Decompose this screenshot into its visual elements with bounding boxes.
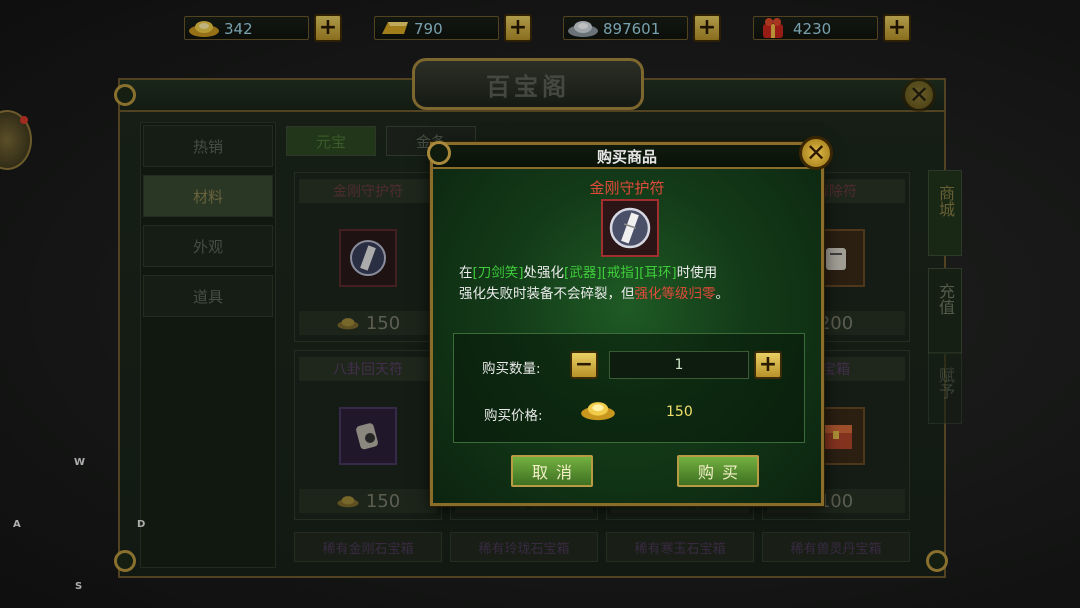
dialog-close-button[interactable]: ✕ — [799, 136, 833, 170]
talisman-icon — [609, 207, 651, 249]
desc-text: 时使用 — [676, 265, 718, 281]
quantity-input[interactable]: 1 — [609, 351, 749, 379]
cancel-button[interactable]: 取消 — [511, 455, 593, 487]
quantity-label: 购买数量: — [482, 361, 541, 377]
desc-text: 处强化 — [523, 265, 565, 281]
desc-text: 强化失败时装备不会碎裂，但 — [459, 286, 635, 302]
item-icon — [601, 199, 659, 257]
quantity-decrease-button[interactable]: − — [570, 351, 598, 379]
corner-ornament — [427, 141, 451, 165]
dialog-title: 购买商品 — [433, 145, 821, 169]
desc-highlight: [刀剑笑] — [472, 265, 524, 281]
desc-highlight: [耳环] — [639, 265, 677, 281]
desc-text: 在 — [459, 265, 473, 281]
item-description: 在[刀剑笑]处强化[武器][戒指][耳环]时使用强化失败时装备不会碎裂，但强化等… — [459, 263, 803, 305]
purchase-dialog: 购买商品 ✕ 金刚守护符 在[刀剑笑]处强化[武器][戒指][耳环]时使用强化失… — [427, 136, 833, 506]
price-label: 购买价格: — [484, 408, 543, 424]
buy-button[interactable]: 购买 — [677, 455, 759, 487]
desc-warning: 强化等级归零 — [634, 286, 716, 302]
desc-highlight: [戒指] — [601, 265, 640, 281]
purchase-form: 购买数量: − 1 + 购买价格: 150 — [453, 333, 805, 443]
quantity-increase-button[interactable]: + — [754, 351, 782, 379]
gold-ingot-icon — [580, 398, 616, 426]
desc-text: 。 — [715, 286, 730, 302]
desc-highlight: [武器] — [564, 265, 602, 281]
price-value: 150 — [666, 404, 693, 420]
item-name: 金刚守护符 — [589, 179, 665, 197]
